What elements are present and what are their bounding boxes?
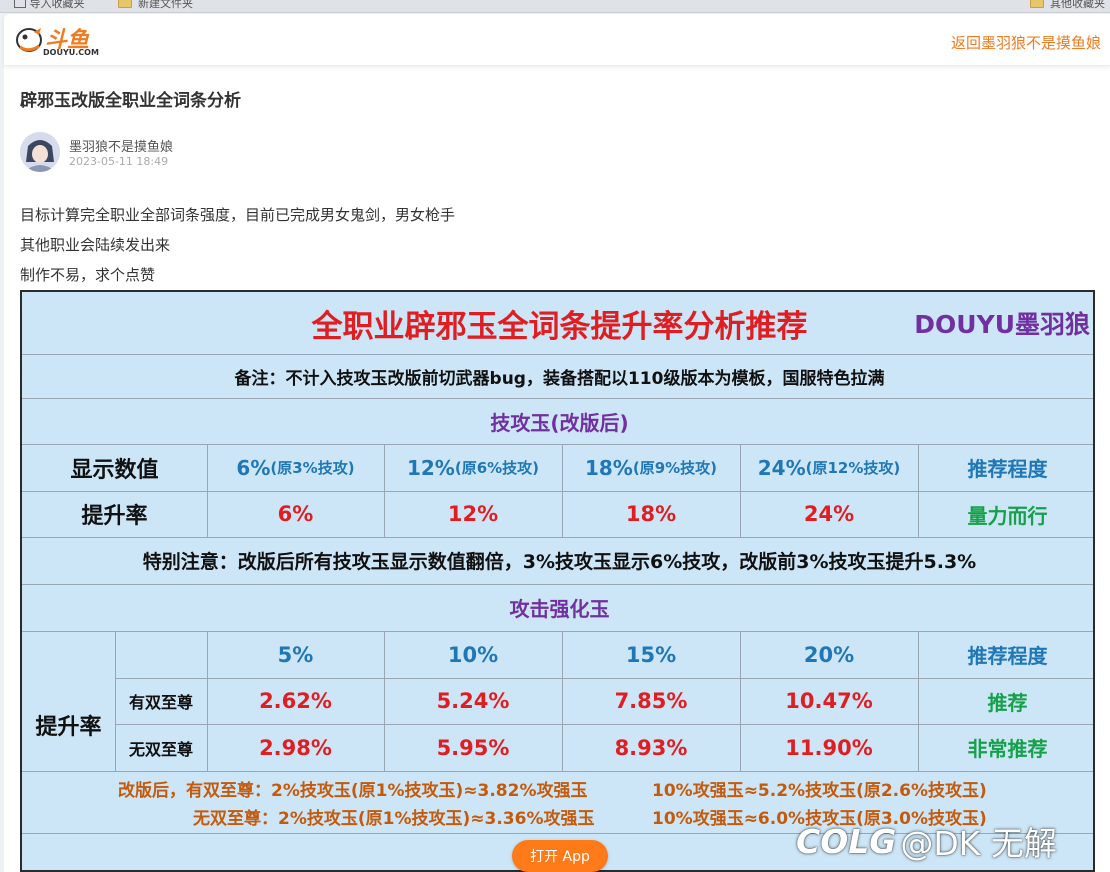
conversion-note: 改版后，有双至尊：2%技攻玉(原1%技攻玉)≈3.82%攻强玉 <box>118 781 588 801</box>
skill-rate-label: 提升率 <box>81 504 148 529</box>
table-remark: 备注：不计入技攻玉改版前切武器bug，装备搭配以110级版本为模板，国服特色拉满 <box>234 368 885 389</box>
skill-rate-value: 6% <box>277 502 314 526</box>
attack-section-heading: 攻击强化玉 <box>509 597 610 621</box>
skill-display-label: 显示数值 <box>70 457 159 483</box>
skill-rate-value: 12% <box>447 502 499 526</box>
analysis-table-image: 全职业辟邪玉全词条提升率分析推荐 DOUYU墨羽狼 备注：不计入技攻玉改版前切武… <box>20 290 1095 872</box>
attack-rate-value: 7.85% <box>614 689 688 713</box>
attack-rate-value: 8.93% <box>614 735 688 760</box>
site-header: 斗鱼 DOUYU.COM 返回墨羽狼不是摸鱼娘 <box>4 14 1110 66</box>
bookmark-import[interactable]: 导入收藏夹 <box>14 0 85 10</box>
back-to-author-link[interactable]: 返回墨羽狼不是摸鱼娘 <box>951 32 1101 53</box>
attack-value: 10% <box>447 642 499 667</box>
attack-row-label: 无双至尊 <box>128 739 193 759</box>
skill-section-heading: 技攻玉(改版后) <box>490 410 629 435</box>
skill-display-value: 24% (原12%技攻) <box>757 455 901 480</box>
skill-display-value: 6% (原3%技攻) <box>236 455 355 480</box>
conversion-note: 10%攻强玉≈5.2%技攻玉(原2.6%技攻玉) <box>652 781 987 801</box>
post-paragraph: 制作不易，求个点赞 <box>20 266 156 284</box>
table-brand: DOUYU墨羽狼 <box>914 310 1090 339</box>
watermark-text: @DK 无解 <box>900 824 1057 863</box>
attack-rate-value: 5.24% <box>436 689 510 713</box>
attack-rate-value: 10.47% <box>785 689 873 713</box>
attack-rate-value: 5.95% <box>436 735 510 760</box>
post-paragraph: 目标计算完全职业全部词条强度，目前已完成男女鬼剑，男女枪手 <box>20 206 456 224</box>
skill-rec-label: 推荐程度 <box>967 457 1048 481</box>
attack-rate-label: 提升率 <box>35 714 102 740</box>
watermark-logo: COLG <box>796 821 897 861</box>
attack-value: 20% <box>803 642 855 667</box>
skill-rate-value: 24% <box>803 502 855 526</box>
bookmark-new-folder[interactable]: 新建文件夹 <box>138 0 193 10</box>
logo-subtext: DOUYU.COM <box>43 48 99 57</box>
attack-rec-value: 非常推荐 <box>967 737 1048 761</box>
folder-icon <box>118 0 132 8</box>
page: 斗鱼 DOUYU.COM 返回墨羽狼不是摸鱼娘 辟邪玉改版全职业全词条分析 墨羽… <box>4 14 1110 872</box>
skill-rate-value: 18% <box>625 502 677 526</box>
grid-line <box>22 771 1093 772</box>
post-date: 2023-05-11 18:49 <box>69 155 169 168</box>
special-note: 特别注意：改版后所有技攻玉显示数值翻倍，3%技攻玉显示6%技攻，改版前3%技攻玉… <box>142 551 977 573</box>
post-paragraph: 其他职业会陆续发出来 <box>20 236 171 254</box>
author-name[interactable]: 墨羽狼不是摸鱼娘 <box>69 136 173 155</box>
attack-rate-value: 2.62% <box>259 689 332 713</box>
post-title: 辟邪玉改版全职业全词条分析 <box>20 91 241 111</box>
conversion-note: 无双至尊：2%技攻玉(原1%技攻玉)≈3.36%攻强玉 <box>193 809 595 829</box>
attack-rec-value: 推荐 <box>987 690 1028 715</box>
attack-rec-label: 推荐程度 <box>967 644 1048 668</box>
attack-rate-value: 2.98% <box>259 735 332 760</box>
skill-display-value: 18% (原9%技攻) <box>584 455 718 480</box>
colg-watermark: COLG @DK 无解 <box>796 818 1057 864</box>
skill-display-value: 12% (原6%技攻) <box>406 455 540 480</box>
attack-value: 15% <box>625 642 677 667</box>
bookmark-import-icon <box>14 0 26 8</box>
bookmarks-bar: 导入收藏夹 新建文件夹 其他收藏夹 <box>0 0 1110 13</box>
author-avatar[interactable] <box>20 132 60 172</box>
skill-rec-value: 量力而行 <box>967 503 1048 528</box>
avatar-image <box>20 132 60 172</box>
attack-rate-value: 11.90% <box>785 735 873 760</box>
attack-row-label: 有双至尊 <box>128 693 193 712</box>
attack-value: 5% <box>277 642 314 667</box>
folder-icon <box>1030 0 1044 8</box>
bookmark-other[interactable]: 其他收藏夹 <box>1050 0 1105 10</box>
open-app-button[interactable]: 打开 App <box>512 840 608 872</box>
douyu-logo[interactable]: 斗鱼 DOUYU.COM <box>14 22 104 58</box>
